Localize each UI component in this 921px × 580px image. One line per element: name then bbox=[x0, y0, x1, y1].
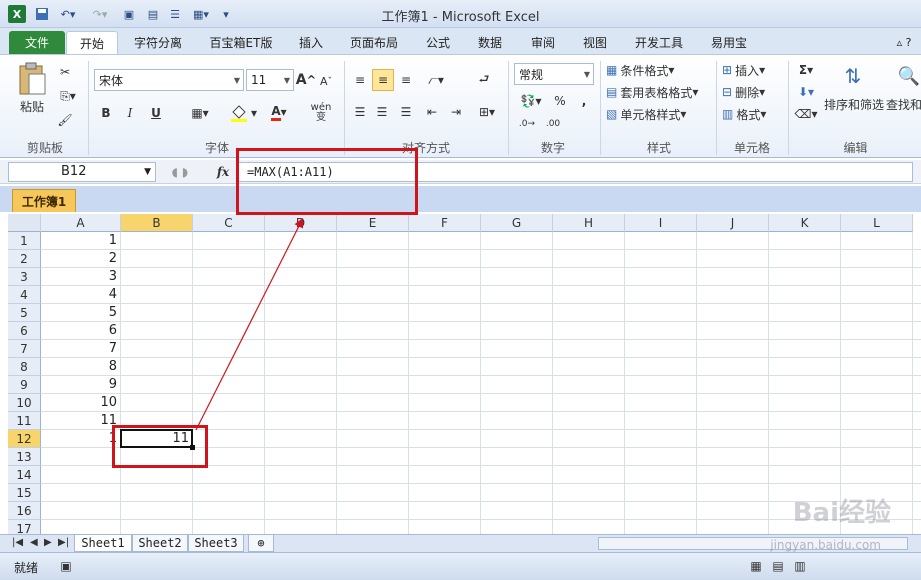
annotation-arrow bbox=[195, 217, 304, 431]
watermark-logo: Bai经验 bbox=[792, 498, 891, 528]
watermark-url: jingyan.baidu.com bbox=[770, 538, 881, 552]
